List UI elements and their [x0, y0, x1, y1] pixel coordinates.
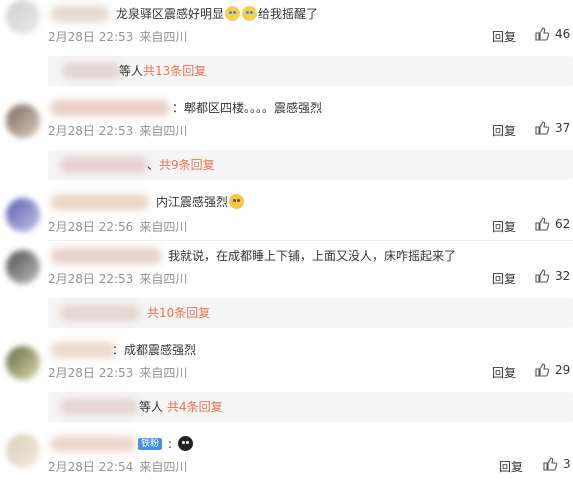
thumbs-up-icon [535, 121, 549, 135]
thumbs-up-icon [535, 363, 549, 377]
username-blurred[interactable] [50, 100, 170, 116]
like-button[interactable]: 37 [535, 121, 570, 135]
like-count: 46 [555, 27, 571, 41]
username-blurred[interactable] [50, 436, 136, 452]
avatar[interactable] [6, 346, 40, 380]
location: 来自四川 [139, 30, 188, 44]
comment-text: 龙泉驿区震感好明显 给我摇醒了 [116, 6, 319, 21]
reply-thread-prefix: 等人 [119, 64, 144, 78]
thumbs-up-icon [535, 27, 549, 41]
reply-thread-prefix: 、 [147, 158, 160, 172]
location: 来自四川 [139, 124, 188, 138]
avatar[interactable] [6, 198, 40, 232]
reply-button[interactable]: 回复 [492, 364, 516, 381]
thumbs-up-icon [535, 217, 549, 231]
comment-1: 龙泉驿区震感好明显 给我摇醒了 2月28日 22:53 来自四川 回复 46 等人共… [0, 0, 573, 92]
like-count: 62 [555, 217, 571, 231]
view-replies-link[interactable]: 共10条回复 [147, 306, 210, 320]
comment-meta: 2月28日 22:53 来自四川 [48, 28, 187, 45]
like-button[interactable]: 46 [535, 27, 570, 41]
view-replies-link[interactable]: 共13条回复 [143, 64, 206, 78]
divider [48, 240, 573, 241]
comment-text: ：郫都区四楼。。。。震感强烈 [172, 101, 323, 115]
comment-meta: 2月28日 22:53 来自四川 [48, 270, 187, 287]
username-blurred[interactable] [50, 194, 150, 210]
reply-thread-prefix: 等人 [139, 400, 164, 414]
reply-button[interactable]: 回复 [492, 122, 516, 139]
timestamp: 2月28日 22:56 [48, 220, 134, 234]
reply-thread-box: 共10条回复 [48, 298, 573, 328]
reply-thread-box: 等人 共4条回复 [48, 392, 573, 422]
comment-text: 内江震感强烈 [156, 194, 245, 210]
comment-4: 我就说，在成都睡上下铺，上面又没人，床咋摇起来了 2月28日 22:53 来自四川… [0, 242, 573, 334]
timestamp: 2月28日 22:54 [48, 460, 134, 474]
timestamp: 2月28日 22:53 [48, 124, 134, 138]
comment-meta: 2月28日 22:56 来自四川 [48, 218, 187, 235]
view-replies-link[interactable]: 共4条回复 [167, 400, 223, 414]
reply-button[interactable]: 回复 [492, 218, 516, 235]
like-count: 32 [555, 269, 571, 283]
reply-button[interactable]: 回复 [492, 270, 516, 287]
thumbs-up-icon [543, 457, 557, 471]
crying-laugh-emoji-icon [242, 6, 258, 21]
comment-3: 内江震感强烈 2月28日 22:56 来自四川 回复 62 [0, 188, 573, 242]
like-button[interactable]: 29 [535, 363, 570, 377]
replier-names-blurred[interactable] [60, 399, 138, 415]
replier-names-blurred[interactable] [60, 305, 140, 321]
crying-laugh-emoji-icon [225, 6, 241, 21]
like-button[interactable]: 32 [535, 269, 570, 283]
like-button[interactable]: 3 [543, 457, 571, 471]
comment-meta: 2月28日 22:54 来自四川 [48, 458, 187, 475]
comment-text: ：成都震感强烈 [112, 343, 197, 357]
scared-emoji-icon [229, 194, 245, 209]
location: 来自四川 [139, 460, 188, 474]
reply-thread-box: 、共9条回复 [48, 150, 573, 180]
fan-badge: 铁粉 [138, 438, 163, 450]
like-count: 37 [555, 121, 571, 135]
comment-6: 铁粉: 2月28日 22:54 来自四川 回复 3 [0, 430, 573, 483]
username-blurred[interactable] [50, 6, 110, 22]
replier-names-blurred[interactable] [60, 157, 148, 173]
comment-text: 铁粉: [138, 436, 194, 452]
like-button[interactable]: 62 [535, 217, 570, 231]
location: 来自四川 [139, 272, 188, 286]
thumbs-up-icon [535, 269, 549, 283]
comment-meta: 2月28日 22:53 来自四川 [48, 122, 187, 139]
reply-button[interactable]: 回复 [492, 28, 516, 45]
reply-button[interactable]: 回复 [499, 458, 523, 475]
like-count: 29 [555, 363, 571, 377]
username-blurred[interactable] [50, 342, 116, 358]
like-count: 3 [563, 457, 571, 471]
timestamp: 2月28日 22:53 [48, 366, 134, 380]
comment-2: ：郫都区四楼。。。。震感强烈 2月28日 22:53 来自四川 回复 37 、共9… [0, 94, 573, 186]
avatar[interactable] [6, 0, 40, 34]
replier-names-blurred[interactable] [62, 63, 122, 79]
comment-meta: 2月28日 22:53 来自四川 [48, 364, 187, 381]
reply-thread-box: 等人共13条回复 [48, 56, 573, 86]
avatar[interactable] [6, 250, 40, 284]
avatar[interactable] [6, 434, 40, 468]
comment-text: 我就说，在成都睡上下铺，上面又没人，床咋摇起来了 [168, 249, 457, 263]
timestamp: 2月28日 22:53 [48, 30, 134, 44]
location: 来自四川 [139, 366, 188, 380]
panda-emoji-icon [178, 436, 194, 451]
timestamp: 2月28日 22:53 [48, 272, 134, 286]
comment-5: ：成都震感强烈 2月28日 22:53 来自四川 回复 29 等人 共4条回复 [0, 336, 573, 428]
view-replies-link[interactable]: 共9条回复 [159, 158, 215, 172]
avatar[interactable] [6, 104, 40, 138]
location: 来自四川 [139, 220, 188, 234]
username-blurred[interactable] [50, 248, 162, 264]
